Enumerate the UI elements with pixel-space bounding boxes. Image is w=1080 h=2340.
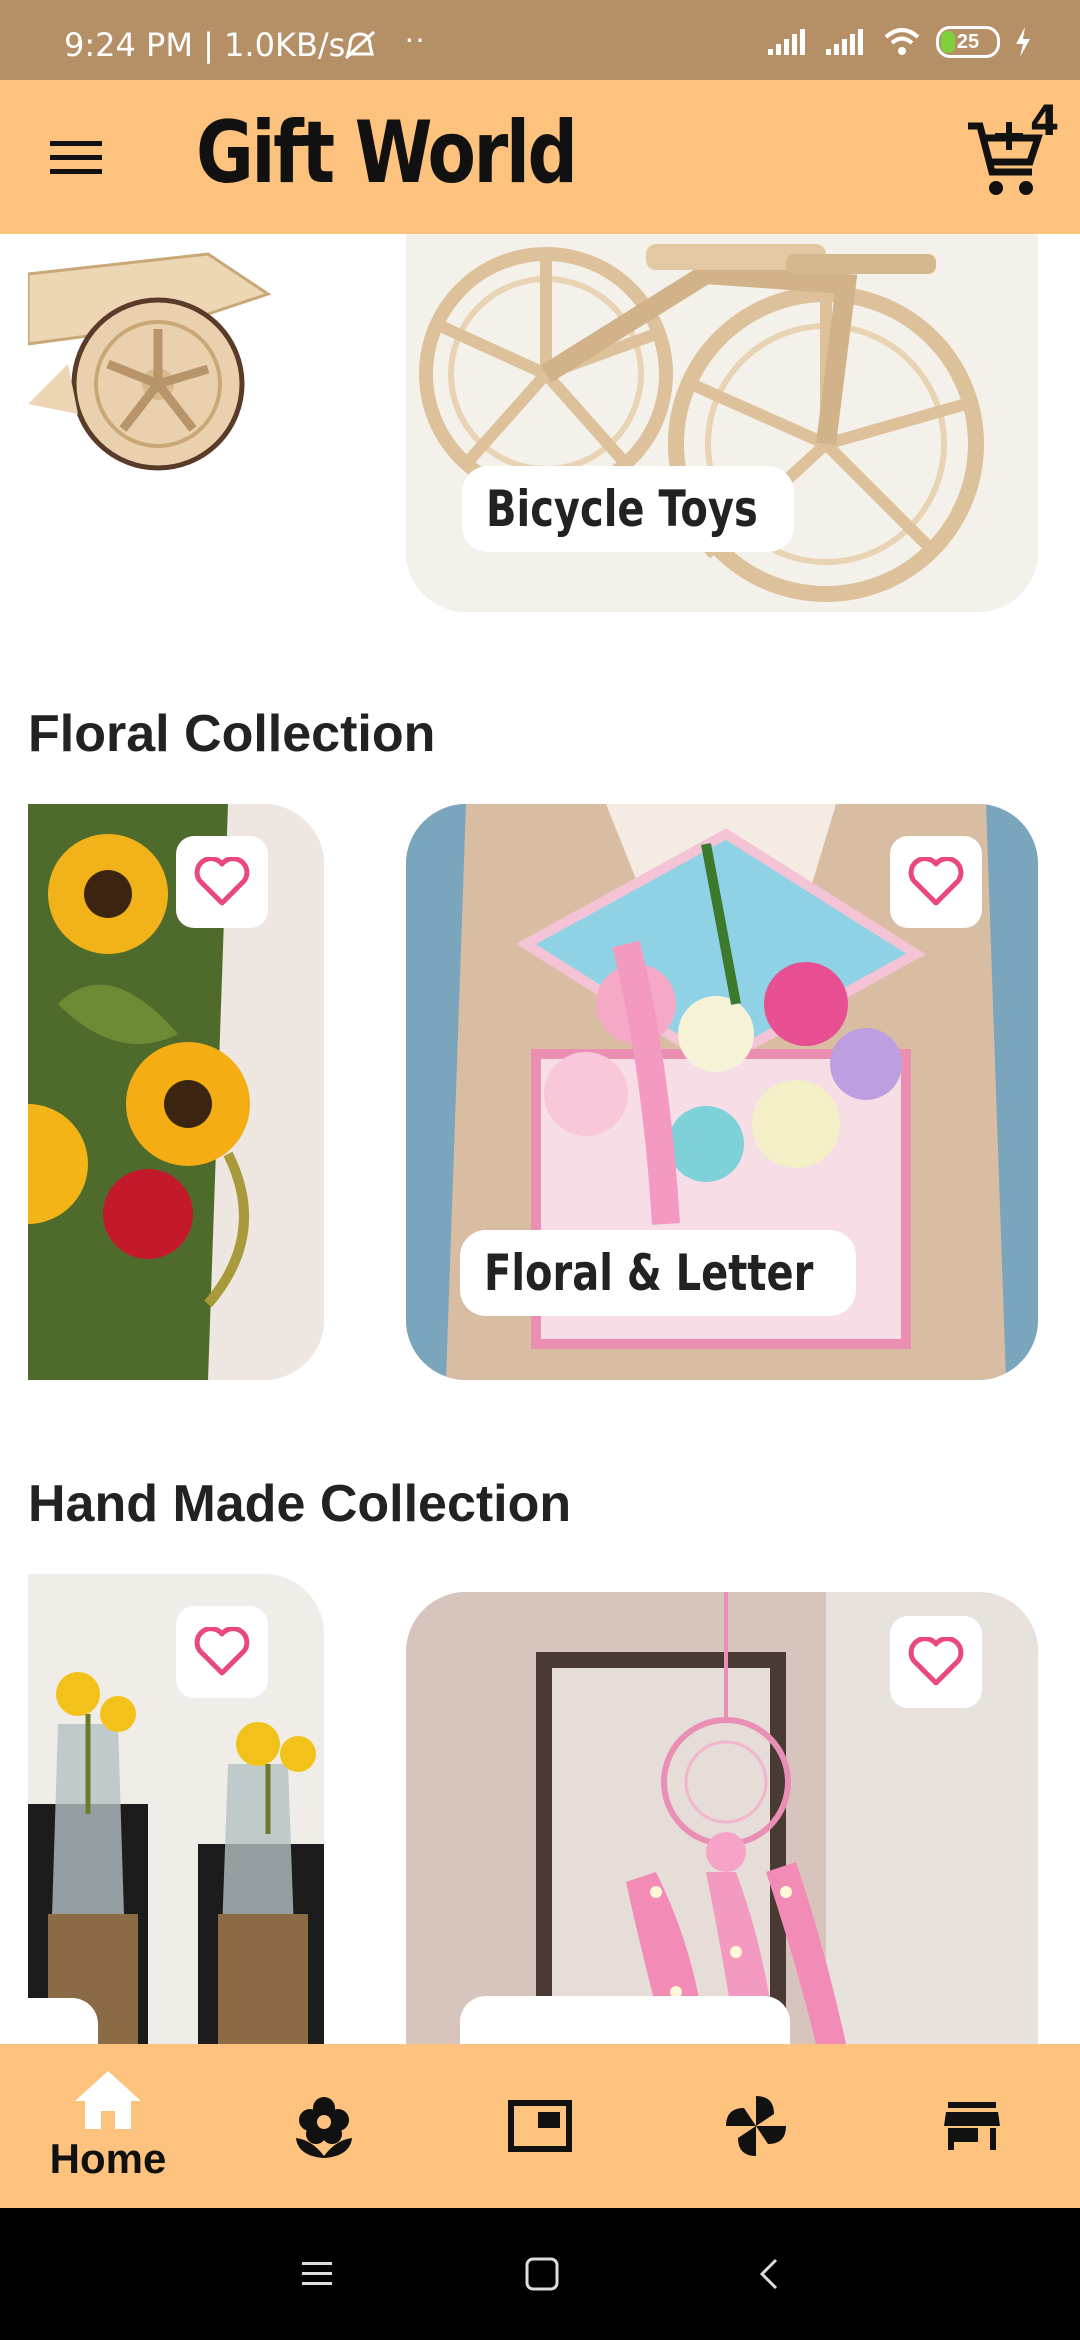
product-card-sunflowers[interactable] (28, 804, 324, 1380)
store-icon (944, 2102, 1000, 2150)
battery-icon: 25 (936, 26, 1000, 58)
charging-icon (1016, 27, 1030, 57)
product-card-handmade-bottles[interactable] (28, 1574, 324, 2044)
signal-icon-2 (826, 29, 863, 55)
wooden-toy-image (28, 252, 272, 471)
card-label: Bicycle Toys (462, 466, 794, 552)
home-icon (75, 2071, 141, 2129)
card-label-text: Floral & Letter (484, 1244, 814, 1302)
favorite-button[interactable] (890, 836, 982, 928)
app-title: Gift World (196, 103, 578, 203)
cart-count-badge: 4 (1030, 96, 1060, 145)
product-card-dream-catcher[interactable] (406, 1592, 1038, 2044)
home-square-icon[interactable] (524, 2256, 560, 2292)
bicycle-toy-image (406, 234, 1038, 612)
bottom-navigation: Home (0, 2044, 1080, 2208)
flower-icon (296, 2097, 352, 2158)
nav-home[interactable]: Home (0, 2044, 216, 2208)
nav-decor[interactable] (648, 2044, 864, 2208)
nav-store[interactable] (864, 2044, 1080, 2208)
signal-icon (768, 29, 805, 55)
main-content[interactable]: Bicycle Toys Floral Collection Floral & … (0, 234, 1080, 2044)
favorite-button[interactable] (176, 836, 268, 928)
more-dots-icon: ·· (404, 20, 426, 56)
heart-outline-icon (908, 857, 964, 906)
app-bar: Gift World 4 (0, 80, 1080, 234)
wifi-icon (884, 28, 920, 55)
card-label-partial (28, 1998, 98, 2044)
pinwheel-icon (726, 2096, 786, 2156)
recents-menu-icon[interactable] (300, 2258, 336, 2290)
product-card-partial[interactable] (28, 234, 324, 514)
cart-button[interactable]: 4 (966, 96, 1066, 208)
heart-outline-icon (908, 1637, 964, 1686)
nav-home-label: Home (49, 2135, 167, 2182)
nav-frames[interactable] (432, 2044, 648, 2208)
status-bar: 9:24 PM | 1.0KB/s ·· 25 (0, 0, 1080, 80)
section-title-floral: Floral Collection (28, 705, 436, 763)
menu-button[interactable] (38, 120, 114, 196)
hamburger-menu-icon (50, 141, 102, 174)
card-label-text: Bicycle Toys (486, 480, 758, 538)
mute-icon (344, 30, 376, 60)
picture-in-picture-icon (508, 2100, 572, 2152)
product-card-floral-letter[interactable]: Floral & Letter (406, 804, 1038, 1380)
product-card-bicycle-toys[interactable]: Bicycle Toys (406, 234, 1038, 612)
heart-outline-icon (194, 857, 250, 906)
card-label-partial (460, 1996, 790, 2044)
section-title-handmade: Hand Made Collection (28, 1475, 572, 1533)
favorite-button[interactable] (890, 1616, 982, 1708)
status-time: 9:24 PM | 1.0KB/s (64, 26, 346, 64)
card-label: Floral & Letter (460, 1230, 856, 1316)
system-navigation-bar (0, 2208, 1080, 2340)
heart-outline-icon (194, 1627, 250, 1676)
nav-flowers[interactable] (216, 2044, 432, 2208)
battery-level: 25 (956, 30, 980, 53)
back-icon[interactable] (756, 2256, 780, 2292)
favorite-button[interactable] (176, 1606, 268, 1698)
